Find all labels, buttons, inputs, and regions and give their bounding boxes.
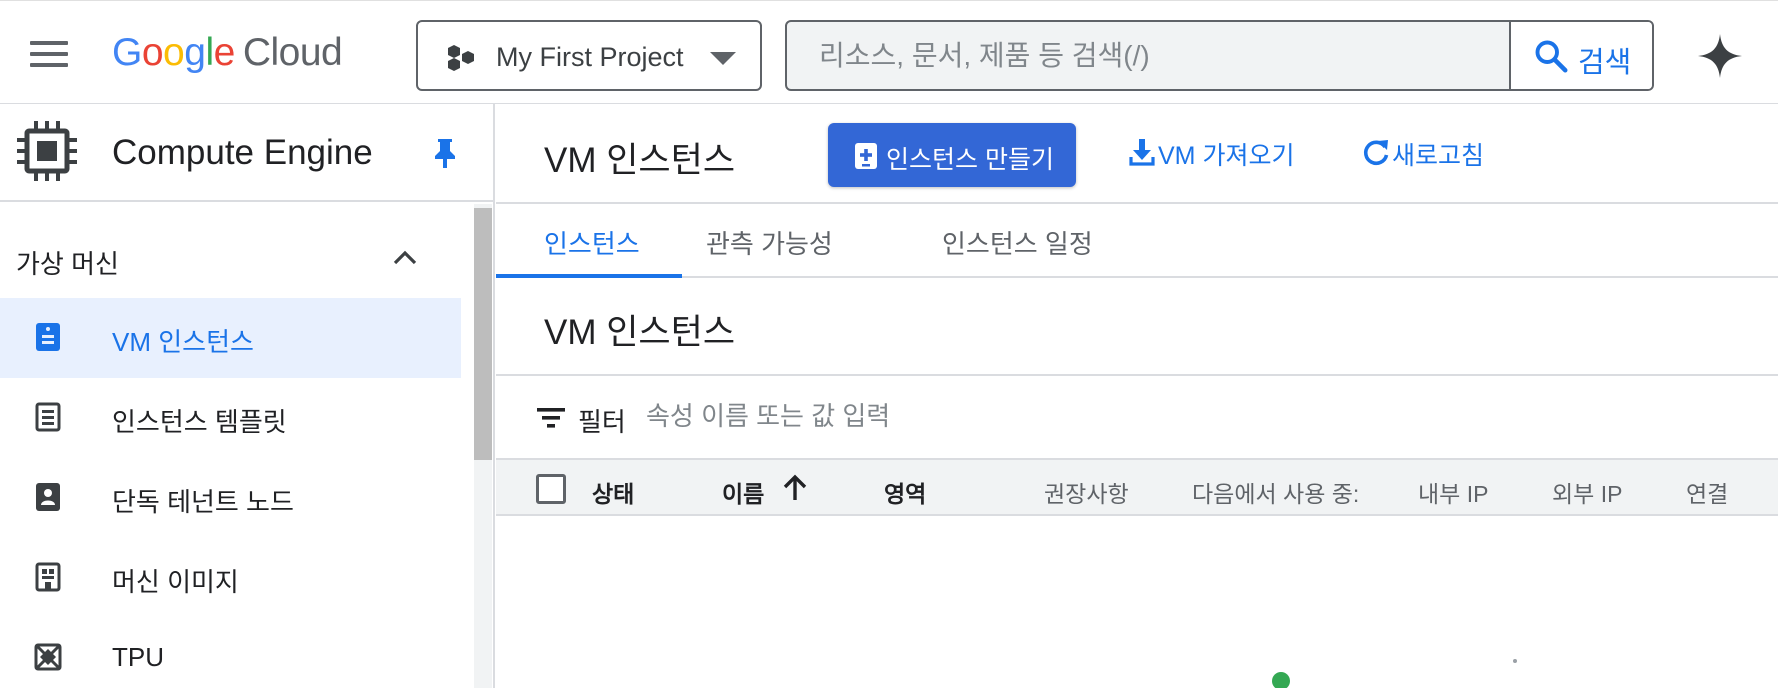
table-header: 상태 이름 영역 권장사항 다음에서 사용 중: 내부 IP 외부 IP 연결 <box>496 458 1778 516</box>
vm-instance-icon <box>36 323 60 351</box>
main-menu-button[interactable] <box>30 41 70 71</box>
tab-instances[interactable]: 인스턴스 <box>496 204 682 278</box>
column-header-in-use-by[interactable]: 다음에서 사용 중: <box>1192 475 1359 509</box>
chevron-up-icon[interactable] <box>392 248 418 266</box>
refresh-icon <box>1363 140 1389 166</box>
sidebar-item-label: 인스턴스 템플릿 <box>112 407 287 437</box>
product-header: Compute Engine <box>0 104 493 202</box>
section-title: VM 인스턴스 <box>544 313 736 352</box>
chevron-down-icon <box>710 52 736 65</box>
logo-letter: g <box>184 31 206 74</box>
tab-observability[interactable]: 관측 가능성 <box>682 204 892 276</box>
import-vm-button[interactable]: VM 가져오기 <box>1128 134 1308 174</box>
sidebar-item-sole-tenant-nodes[interactable]: 단독 테넌트 노드 <box>0 458 461 538</box>
logo-letter: o <box>141 31 164 74</box>
column-header-zone[interactable]: 영역 <box>884 475 926 509</box>
search-button-label: 검색 <box>1578 47 1632 79</box>
column-header-internal-ip[interactable]: 내부 IP <box>1418 475 1488 509</box>
search-input[interactable] <box>789 24 1509 87</box>
tpu-icon <box>34 643 62 671</box>
tab-label: 관측 가능성 <box>706 229 833 259</box>
filter-input[interactable] <box>646 394 1346 438</box>
sidebar-item-label: TPU <box>112 642 164 672</box>
create-instance-button[interactable]: 인스턴스 만들기 <box>828 123 1076 187</box>
product-title: Compute Engine <box>112 133 373 172</box>
machine-image-icon <box>35 562 61 592</box>
gemini-sparkle-icon[interactable] <box>1697 33 1743 79</box>
hamburger-icon-line <box>30 41 68 45</box>
loading-dot <box>1272 672 1290 688</box>
project-hexagons-icon <box>448 45 474 71</box>
column-header-connect[interactable]: 연결 <box>1686 475 1728 509</box>
sidebar-item-label: VM 인스턴스 <box>112 327 254 357</box>
sidebar-item-vm-instances[interactable]: VM 인스턴스 <box>0 298 461 378</box>
column-header-external-ip[interactable]: 외부 IP <box>1552 475 1622 509</box>
arrow-up-sort-icon[interactable] <box>782 474 808 502</box>
column-header-recommendations[interactable]: 권장사항 <box>1044 475 1129 509</box>
filter-icon[interactable] <box>536 406 566 430</box>
tab-label: 인스턴스 일정 <box>942 229 1093 259</box>
sidebar: Compute Engine 가상 머신 VM 인스턴스 인스턴스 템플릿 단독… <box>0 104 495 688</box>
create-instance-label: 인스턴스 만들기 <box>886 146 1054 174</box>
sidebar-item-tpu[interactable]: TPU <box>0 618 461 688</box>
column-header-status[interactable]: 상태 <box>592 475 634 509</box>
tab-instance-schedules[interactable]: 인스턴스 일정 <box>892 204 1152 276</box>
sole-tenant-node-icon <box>36 483 60 511</box>
filter-label: 필터 <box>578 407 626 437</box>
hamburger-icon-line <box>30 52 68 56</box>
top-bar: GoogleCloud My First Project 검색 <box>0 0 1778 104</box>
column-header-name[interactable]: 이름 <box>722 475 764 509</box>
search-button[interactable]: 검색 <box>1509 22 1652 89</box>
sidebar-scroll-thumb[interactable] <box>474 208 492 460</box>
logo-letter: e <box>213 31 236 74</box>
sidebar-item-label: 단독 테넌트 노드 <box>112 487 294 517</box>
hamburger-icon-line <box>30 63 68 67</box>
logo-letter: o <box>163 31 185 74</box>
section-heading: 가상 머신 <box>16 249 119 279</box>
main-content: VM 인스턴스 인스턴스 만들기 VM 가져오기 새로고침 인스턴스 관측 가능… <box>496 104 1778 688</box>
refresh-label: 새로고침 <box>1392 142 1485 170</box>
add-instance-icon <box>855 143 877 169</box>
filter-bar: 필터 <box>496 376 1778 458</box>
logo-letter: G <box>112 31 142 74</box>
compute-engine-chip-icon <box>17 121 77 181</box>
page-title: VM 인스턴스 <box>544 141 736 180</box>
loading-dot <box>1513 659 1517 663</box>
tab-bar: 인스턴스 관측 가능성 인스턴스 일정 <box>496 202 1778 278</box>
template-icon <box>35 402 61 432</box>
project-name: My First Project <box>496 42 684 72</box>
sidebar-item-machine-images[interactable]: 머신 이미지 <box>0 538 461 618</box>
project-picker[interactable]: My First Project <box>416 20 762 91</box>
pin-icon[interactable] <box>430 137 460 169</box>
search-icon <box>1535 40 1568 73</box>
sidebar-item-label: 머신 이미지 <box>112 567 239 597</box>
sidebar-scrollbar[interactable] <box>474 204 492 688</box>
sidebar-item-instance-templates[interactable]: 인스턴스 템플릿 <box>0 378 461 458</box>
tab-label: 인스턴스 <box>544 229 640 259</box>
import-vm-label: VM 가져오기 <box>1158 142 1295 170</box>
refresh-button[interactable]: 새로고침 <box>1362 134 1502 174</box>
search-bar: 검색 <box>785 20 1654 91</box>
select-all-checkbox[interactable] <box>536 474 566 504</box>
logo-letter: l <box>205 31 214 74</box>
google-cloud-logo[interactable]: Google Cloud <box>112 31 343 75</box>
logo-cloud-text: Cloud <box>242 31 343 74</box>
download-icon <box>1129 139 1155 166</box>
